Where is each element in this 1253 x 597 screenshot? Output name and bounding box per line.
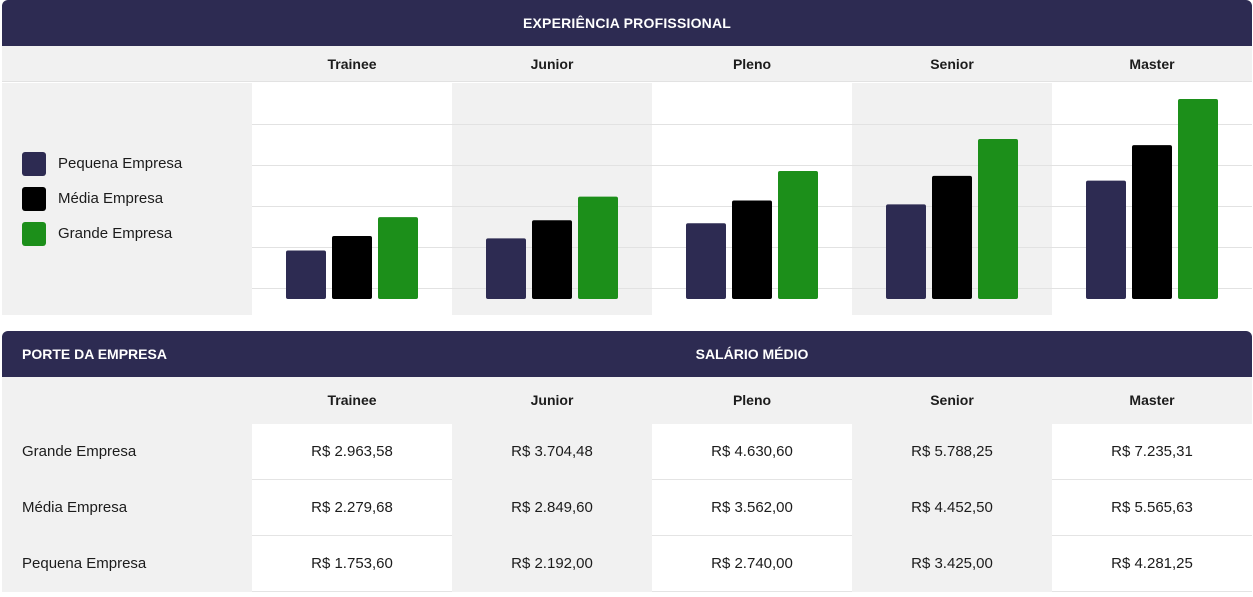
chart-column-master: Master (1129, 56, 1175, 72)
table-column-pleno: Pleno (732, 392, 772, 408)
chart-legend: Pequena Empresa Média Empresa Grande Emp… (2, 83, 252, 315)
bar-pleno-0 (686, 223, 726, 299)
bar-senior-0 (886, 204, 926, 299)
bar-master-2 (1178, 99, 1218, 299)
bar-trainee-0 (286, 250, 326, 299)
table-cell: R$ 4.630,60 (711, 443, 793, 460)
bar-master-1 (1132, 145, 1172, 299)
bar-master-0 (1086, 180, 1126, 299)
table-cell: R$ 1.753,60 (311, 555, 393, 572)
table-cell: R$ 5.565,63 (1111, 499, 1193, 516)
chart-header: EXPERIÊNCIA PROFISSIONAL (2, 0, 1252, 46)
chart-column-pleno: Pleno (732, 56, 772, 72)
chart-column-trainee: Trainee (327, 56, 377, 72)
row-label: Pequena Empresa (2, 536, 252, 592)
chart-column-senior: Senior (930, 56, 974, 72)
table-cell: R$ 7.235,31 (1111, 443, 1193, 460)
table-cell: R$ 2.740,00 (711, 555, 793, 572)
chart-column-headers: Trainee Junior Pleno Senior Master (2, 46, 1252, 82)
bar-pleno-2 (778, 170, 818, 299)
legend-label-media: Média Empresa (58, 190, 164, 207)
bar-chart (252, 83, 1252, 315)
table-column-headers: Trainee Junior Pleno Senior Master (2, 377, 1252, 424)
legend-swatch-pequena (22, 152, 46, 176)
table-column-junior: Junior (530, 392, 574, 408)
chart-plot-area (252, 83, 1252, 315)
bar-senior-2 (978, 138, 1018, 299)
table-column-master: Master (1129, 392, 1175, 408)
table-row: Pequena Empresa R$ 1.753,60 R$ 2.192,00 … (2, 536, 1252, 592)
table-cell: R$ 4.281,25 (1111, 555, 1193, 572)
table-cell: R$ 2.963,58 (311, 443, 393, 460)
table-cell: R$ 2.279,68 (311, 499, 393, 516)
legend-label-grande: Grande Empresa (58, 225, 173, 242)
legend-label-pequena: Pequena Empresa (58, 155, 183, 172)
bar-junior-0 (486, 238, 526, 299)
row-label: Média Empresa (2, 480, 252, 536)
bar-junior-2 (578, 196, 618, 299)
chart-title: EXPERIÊNCIA PROFISSIONAL (522, 15, 732, 31)
legend-swatch-media (22, 187, 46, 211)
table-row: Grande Empresa R$ 2.963,58 R$ 3.704,48 R… (2, 424, 1252, 480)
legend-swatch-grande (22, 222, 46, 246)
table-cell: R$ 3.704,48 (452, 424, 652, 480)
bar-pleno-1 (732, 200, 772, 299)
table-cell: R$ 4.452,50 (852, 480, 1052, 536)
bar-trainee-1 (332, 235, 372, 299)
table-column-trainee: Trainee (327, 392, 377, 408)
table-column-senior: Senior (930, 392, 974, 408)
table-cell: R$ 5.788,25 (852, 424, 1052, 480)
chart-column-junior: Junior (530, 56, 574, 72)
table-cell: R$ 3.425,00 (852, 536, 1052, 592)
bar-senior-1 (932, 175, 972, 299)
table-header-left: PORTE DA EMPRESA (22, 346, 167, 362)
table-cell: R$ 3.562,00 (711, 499, 793, 516)
table-row: Média Empresa R$ 2.279,68 R$ 2.849,60 R$… (2, 480, 1252, 536)
experience-chart-panel: EXPERIÊNCIA PROFISSIONAL Trainee Junior … (2, 0, 1252, 315)
table-header-title: SALÁRIO MÉDIO (695, 346, 809, 362)
row-label: Grande Empresa (2, 424, 252, 480)
salary-table-panel: PORTE DA EMPRESA SALÁRIO MÉDIO Trainee J… (2, 331, 1252, 593)
table-header: PORTE DA EMPRESA SALÁRIO MÉDIO (2, 331, 1252, 377)
table-cell: R$ 2.849,60 (452, 480, 652, 536)
bar-junior-1 (532, 220, 572, 299)
bar-trainee-2 (378, 217, 418, 299)
table-cell: R$ 2.192,00 (452, 536, 652, 592)
